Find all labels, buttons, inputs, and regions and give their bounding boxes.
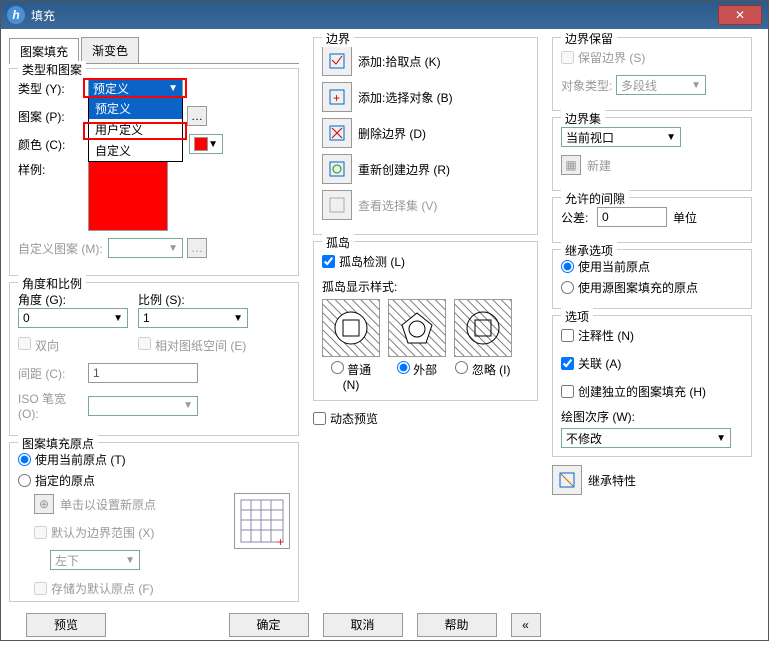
boundary-set-group: 边界集 当前视口▼ ▦新建	[552, 117, 752, 191]
recreate-boundary-button[interactable]	[322, 154, 352, 184]
type-group: 类型和图案 类型 (Y): 预定义▼ 预定义 用户定义 自定义	[9, 68, 299, 276]
origin-current-radio[interactable]	[18, 453, 31, 466]
scale-select[interactable]: 1▼	[138, 308, 248, 328]
draworder-select[interactable]: 不修改▼	[561, 428, 731, 448]
add-select-button[interactable]: +	[322, 82, 352, 112]
iso-label: ISO 笔宽 (O):	[18, 390, 88, 421]
separate-check[interactable]: 创建独立的图案填充 (H)	[561, 380, 743, 402]
store-default-check: 存储为默认原点 (F)	[34, 577, 234, 599]
svg-text:+: +	[333, 91, 340, 105]
island-normal-radio[interactable]: 普通 (N)	[322, 361, 380, 392]
type-dropdown: 预定义 用户定义 自定义	[88, 97, 183, 162]
tolerance-input[interactable]	[597, 207, 667, 227]
island-normal-preview[interactable]	[322, 299, 380, 357]
type-opt-custom[interactable]: 自定义	[89, 140, 182, 161]
scale-label: 比例 (S):	[138, 291, 258, 308]
islands-group: 孤岛 孤岛检测 (L) 孤岛显示样式: 普通 (N) 外部 忽略 (I)	[313, 241, 538, 401]
angle-label: 角度 (G):	[18, 291, 138, 308]
window-title: 填充	[31, 7, 718, 24]
inherit-props-button[interactable]	[552, 465, 582, 495]
remove-boundary-button[interactable]	[322, 118, 352, 148]
inherit-group: 继承选项 使用当前原点 使用源图案填充的原点	[552, 249, 752, 309]
angle-select[interactable]: 0▼	[18, 308, 128, 328]
origin-group: 图案填充原点 使用当前原点 (T) 指定的原点 ⊕单击以设置新原点 默认为边界范…	[9, 442, 299, 602]
spacing-input	[88, 363, 198, 383]
color-aux-select[interactable]: ▼	[189, 134, 223, 154]
boundary-set-select[interactable]: 当前视口▼	[561, 127, 681, 147]
sample-label: 样例:	[18, 161, 88, 178]
origin-preview: +	[234, 493, 290, 549]
island-outer-preview[interactable]	[388, 299, 446, 357]
custom-pattern-label: 自定义图案 (M):	[18, 240, 108, 257]
paperspace-check: 相对图纸空间 (E)	[138, 337, 246, 354]
chevron-down-icon: ▼	[208, 139, 218, 150]
tab-bar: 图案填充 渐变色	[9, 37, 299, 64]
color-label: 颜色 (C):	[18, 136, 88, 153]
help-button[interactable]: 帮助	[417, 613, 497, 637]
pattern-label: 图案 (P):	[18, 108, 88, 125]
retain-group: 边界保留 保留边界 (S) 对象类型:多段线▼	[552, 37, 752, 111]
iso-select: ▼	[88, 396, 198, 416]
default-boundary-check: 默认为边界范围 (X)	[34, 521, 234, 543]
custom-pattern-browse: …	[187, 238, 207, 258]
double-check: 双向	[18, 337, 138, 354]
type-select[interactable]: 预定义▼	[88, 78, 183, 98]
svg-text:+: +	[277, 535, 284, 546]
island-outer-radio[interactable]: 外部	[388, 361, 446, 392]
gap-group: 允许的间隙 公差:单位	[552, 197, 752, 243]
collapse-button[interactable]: «	[511, 613, 541, 637]
cancel-button[interactable]: 取消	[323, 613, 403, 637]
dynamic-preview-check[interactable]: 动态预览	[313, 407, 538, 429]
origin-specified-radio[interactable]	[18, 474, 31, 487]
island-detection-check[interactable]: 孤岛检测 (L)	[322, 250, 529, 272]
boundary-group: 边界 添加:拾取点 (K) +添加:选择对象 (B) 删除边界 (D) 重新创建…	[313, 37, 538, 235]
button-bar: 预览 确定 取消 帮助 «	[1, 605, 768, 645]
pattern-browse-button[interactable]: …	[187, 106, 207, 126]
spacing-label: 间距 (C):	[18, 365, 88, 382]
island-ignore-radio[interactable]: 忽略 (I)	[454, 361, 512, 392]
set-origin-button: ⊕	[34, 494, 54, 514]
app-icon: h	[7, 6, 25, 24]
ok-button[interactable]: 确定	[229, 613, 309, 637]
island-ignore-preview[interactable]	[454, 299, 512, 357]
origin-pos-select: 左下▼	[50, 550, 140, 570]
inherit-current-radio[interactable]	[561, 260, 574, 273]
type-opt-user[interactable]: 用户定义	[89, 119, 182, 140]
sample-preview[interactable]	[88, 161, 168, 231]
angle-group: 角度和比例 角度 (G): 0▼ 比例 (S): 1▼ 双向 相对图纸空间 (E…	[9, 282, 299, 436]
new-boundary-set-button: ▦	[561, 155, 581, 175]
add-pick-button[interactable]	[322, 46, 352, 76]
custom-pattern-select: ▼	[108, 238, 183, 258]
type-opt-predefined[interactable]: 预定义	[89, 98, 182, 119]
options-group: 选项 注释性 (N) 关联 (A) 创建独立的图案填充 (H) 绘图次序 (W)…	[552, 315, 752, 457]
annotative-check[interactable]: 注释性 (N)	[561, 324, 743, 346]
inherit-source-radio[interactable]	[561, 281, 574, 294]
keep-boundary-check: 保留边界 (S)	[561, 46, 743, 68]
preview-button[interactable]: 预览	[26, 613, 106, 637]
associative-check[interactable]: 关联 (A)	[561, 352, 743, 374]
objtype-select: 多段线▼	[616, 75, 706, 95]
close-button[interactable]: ✕	[718, 5, 762, 25]
view-selection-button	[322, 190, 352, 220]
titlebar: h 填充 ✕	[1, 1, 768, 29]
chevron-down-icon: ▼	[168, 83, 178, 94]
type-label: 类型 (Y):	[18, 80, 88, 97]
tab-gradient[interactable]: 渐变色	[81, 37, 139, 63]
